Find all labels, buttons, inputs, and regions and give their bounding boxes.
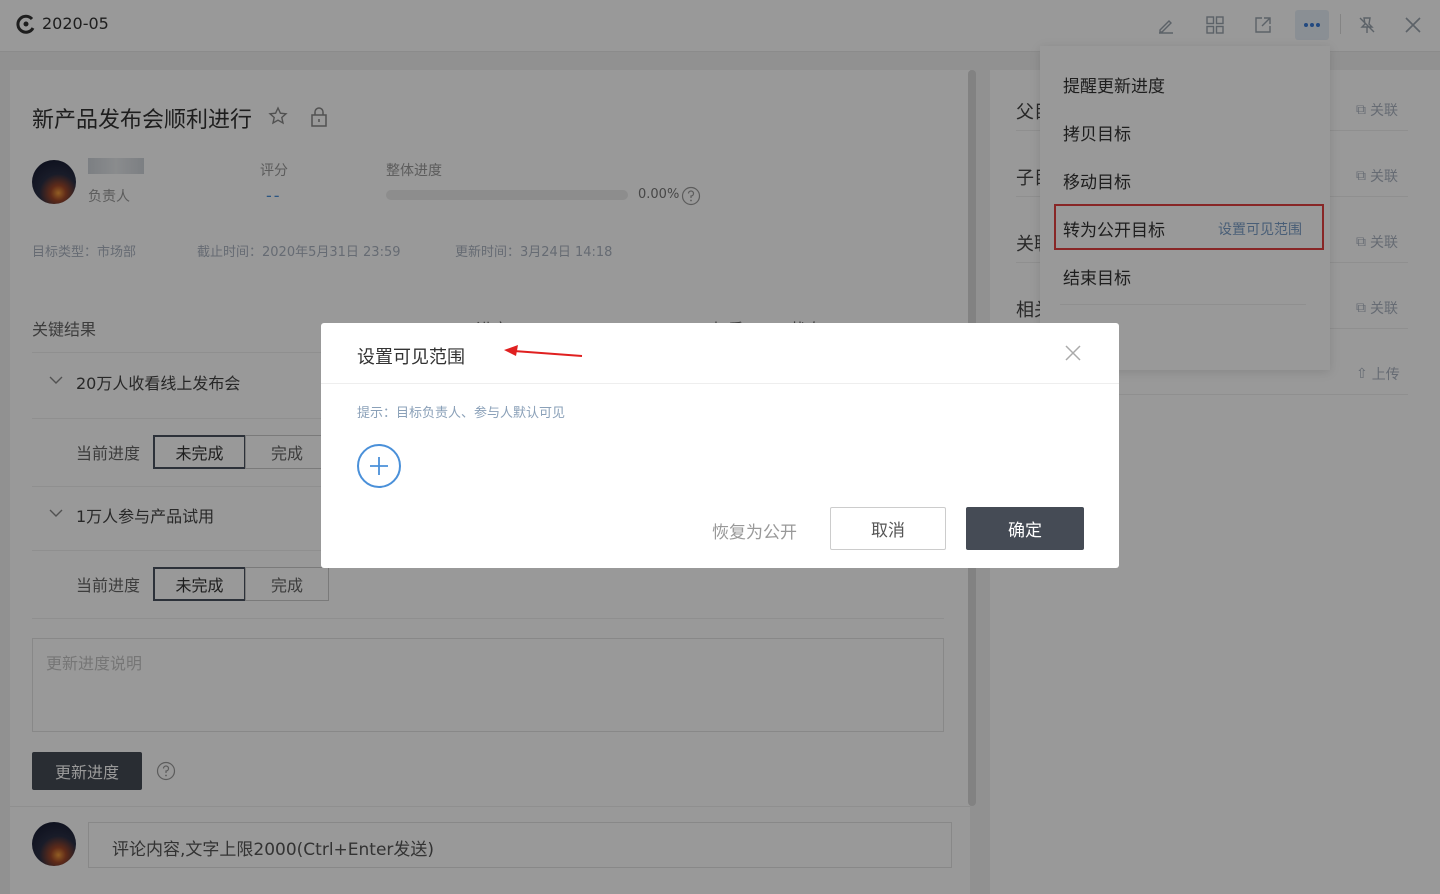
confirm-button[interactable]: 确定	[966, 507, 1084, 550]
dialog-divider	[321, 383, 1119, 384]
dialog-title: 设置可见范围	[357, 347, 465, 368]
cancel-button[interactable]: 取消	[830, 507, 946, 550]
annotation-arrow	[504, 345, 583, 357]
dialog-hint: 提示：目标负责人、参与人默认可见	[357, 406, 566, 421]
restore-public-button[interactable]: 恢复为公开	[712, 518, 797, 543]
plus-icon	[370, 457, 388, 475]
close-icon[interactable]	[1062, 342, 1084, 364]
add-member-button[interactable]	[357, 444, 401, 488]
